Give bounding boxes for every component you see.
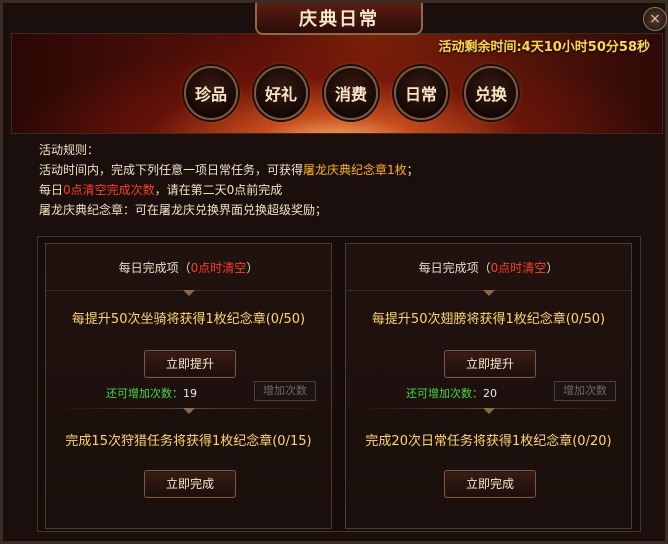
tab-treasure[interactable]: 珍品	[184, 66, 238, 120]
rules-line-2: 每日0点清空完成次数，请在第二天0点前完成	[39, 183, 283, 197]
main-window: 活动剩余时间:4天10小时50分58秒 珍品 好礼 消费 日常 兑换 庆典日常 …	[0, 0, 668, 544]
window-title-text: 庆典日常	[299, 9, 379, 30]
tab-label: 好礼	[264, 85, 297, 104]
tab-label: 兑换	[474, 85, 507, 104]
reward-link: 屠龙庆典纪念章1枚	[303, 163, 407, 177]
remaining-count: 还可增加次数：20	[406, 387, 497, 400]
task-mount-text: 每提升50次坐骑将获得1枚纪念章(0/50)	[71, 312, 306, 327]
tab-daily[interactable]: 日常	[394, 66, 448, 120]
countdown: 活动剩余时间:4天10小时50分58秒	[438, 40, 650, 55]
tab-label: 消费	[334, 85, 367, 104]
upgrade-now-button[interactable]: 立即提升	[444, 350, 536, 378]
panel-header: 每日完成项（ 0点时清空）	[346, 244, 631, 291]
rules-section: 活动规则： 活动时间内，完成下列任意一项日常任务，可获得屠龙庆典纪念章1枚； 每…	[39, 140, 639, 232]
window-title: 庆典日常	[255, 3, 423, 35]
rules-title: 活动规则：	[39, 143, 100, 157]
task-panel-left: 每日完成项（ 0点时清空） 每提升50次坐骑将获得1枚纪念章(0/50) 立即提升…	[45, 243, 332, 529]
tab-label: 日常	[404, 85, 437, 104]
complete-now-button[interactable]: 立即完成	[444, 470, 536, 498]
remaining-count: 还可增加次数：19	[106, 387, 197, 400]
task-wings-text: 每提升50次翅膀将获得1枚纪念章(0/50)	[371, 312, 606, 327]
banner: 活动剩余时间:4天10小时50分58秒 珍品 好礼 消费 日常 兑换	[11, 33, 663, 134]
tab-exchange[interactable]: 兑换	[464, 66, 518, 120]
close-button[interactable]: ×	[643, 7, 667, 31]
rules-line-1: 活动时间内，完成下列任意一项日常任务，可获得屠龙庆典纪念章1枚；	[39, 163, 419, 177]
divider-notch	[482, 290, 495, 296]
upgrade-now-button[interactable]: 立即提升	[144, 350, 236, 378]
tab-consume[interactable]: 消费	[324, 66, 378, 120]
close-icon: ×	[649, 11, 661, 27]
panel-header: 每日完成项（ 0点时清空）	[46, 244, 331, 291]
divider-notch	[182, 290, 195, 296]
task-panel-right: 每日完成项（ 0点时清空） 每提升50次翅膀将获得1枚纪念章(0/50) 立即提升…	[345, 243, 632, 529]
complete-now-button[interactable]: 立即完成	[144, 470, 236, 498]
add-count-button[interactable]: 增加次数	[554, 381, 616, 401]
add-count-button[interactable]: 增加次数	[254, 381, 316, 401]
tab-label: 珍品	[194, 85, 227, 104]
task-hunt-text: 完成15次狩猎任务将获得1枚纪念章(0/15)	[65, 434, 312, 449]
divider-notch	[182, 408, 195, 414]
rules-line-3: 屠龙庆典纪念章：可在屠龙庆兑换界面兑换超级奖励；	[39, 203, 328, 217]
tab-gifts[interactable]: 好礼	[254, 66, 308, 120]
divider-notch	[482, 408, 495, 414]
task-daily-text: 完成20次日常任务将获得1枚纪念章(0/20)	[365, 434, 612, 449]
